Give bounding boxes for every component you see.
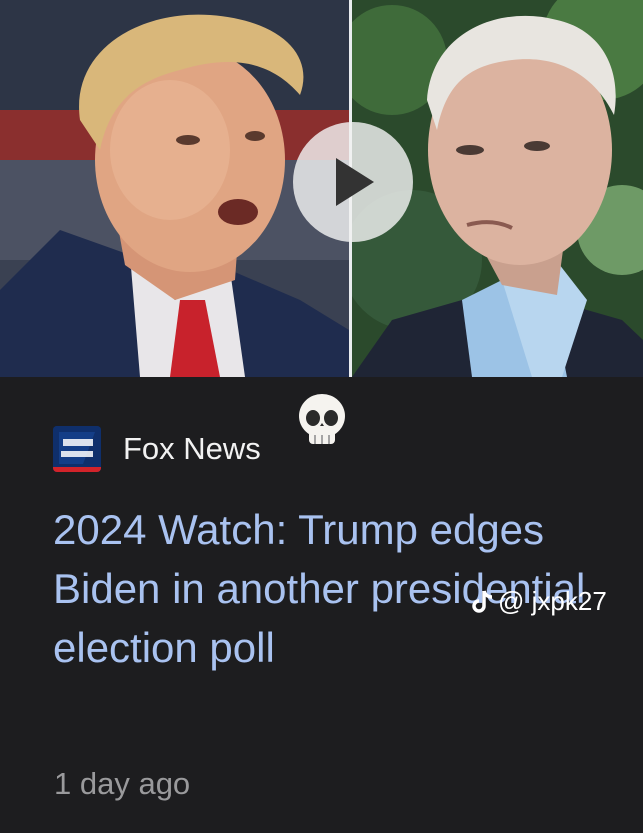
tiktok-watermark: @ jxpk27 bbox=[470, 586, 607, 617]
skull-emoji bbox=[299, 394, 345, 444]
tiktok-icon bbox=[472, 589, 493, 613]
watermark-text: @ jxpk27 bbox=[498, 586, 607, 616]
play-button[interactable] bbox=[293, 122, 413, 242]
fox-news-logo-icon bbox=[53, 426, 101, 472]
play-icon bbox=[336, 158, 374, 206]
video-thumbnail[interactable] bbox=[0, 0, 643, 377]
source-row[interactable]: Fox News bbox=[53, 424, 261, 474]
timestamp: 1 day ago bbox=[54, 766, 191, 801]
fox-news-logo bbox=[53, 426, 101, 472]
logo-red-bar bbox=[53, 467, 101, 472]
news-card[interactable]: Fox News 2024 Watch: Trump edges Biden i… bbox=[0, 0, 643, 833]
source-name[interactable]: Fox News bbox=[123, 431, 261, 467]
